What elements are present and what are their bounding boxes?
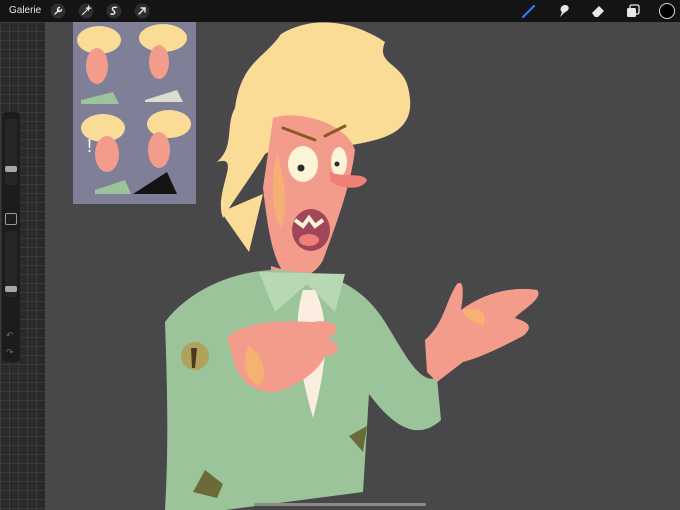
top-toolbar: Galerie — [0, 0, 680, 22]
wrench-icon[interactable] — [50, 3, 66, 19]
color-swatch[interactable] — [659, 3, 675, 19]
brush-opacity-thumb[interactable] — [5, 285, 17, 292]
layers-icon[interactable] — [625, 3, 641, 19]
left-sidebar: ↶ ↷ — [0, 22, 45, 510]
redo-arrow-icon[interactable]: ↷ — [6, 347, 14, 358]
brush-opacity-slider[interactable] — [5, 231, 17, 297]
sidebar-panel: ↶ ↷ — [2, 112, 20, 362]
modify-button[interactable] — [5, 213, 17, 225]
brush-size-slider[interactable] — [5, 119, 17, 185]
magic-wand-icon[interactable] — [78, 3, 94, 19]
transform-arrow-icon[interactable] — [134, 3, 150, 19]
smudge-icon[interactable] — [556, 3, 572, 19]
brush-icon[interactable] — [521, 3, 537, 19]
brush-size-thumb[interactable] — [5, 166, 17, 173]
eraser-icon[interactable] — [590, 3, 606, 19]
undo-arrow-icon[interactable]: ↶ — [6, 330, 14, 341]
brush-size-track — [5, 119, 17, 185]
gallery-button[interactable]: Galerie — [9, 5, 41, 16]
drawing-canvas[interactable]: ! — [45, 22, 680, 510]
selection-s-icon[interactable] — [106, 3, 122, 19]
home-indicator — [254, 503, 426, 506]
character-illustration — [165, 22, 539, 510]
